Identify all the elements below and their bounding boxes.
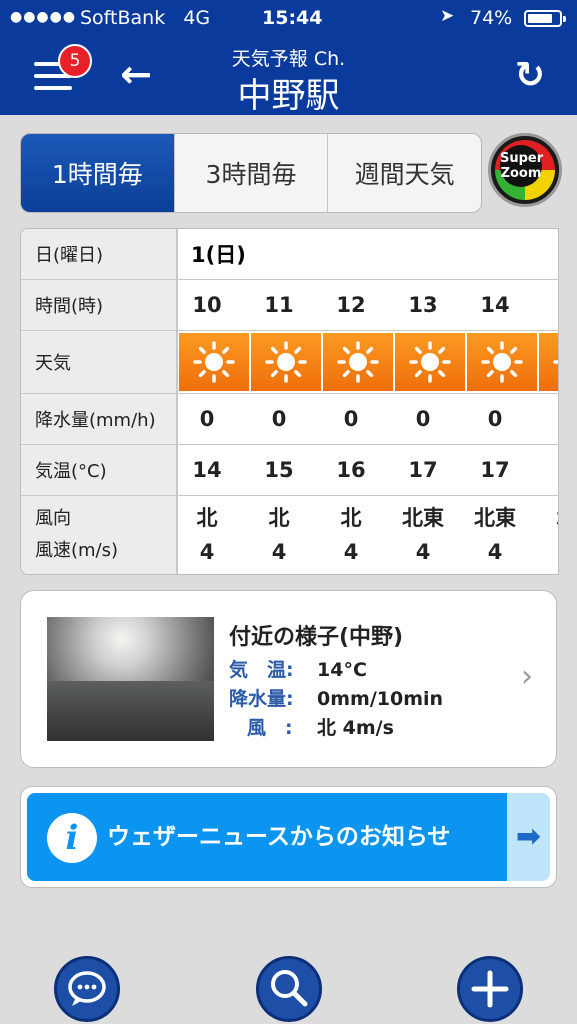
sun-icon <box>409 341 451 383</box>
precip-cell: 0 <box>415 407 431 431</box>
location-arrow-icon: ➤ <box>440 6 455 26</box>
wind-cell: 北東 4 <box>474 506 516 564</box>
temp-cell: 17 <box>480 458 510 482</box>
weather-cell <box>539 333 558 391</box>
battery-icon <box>524 10 566 27</box>
precip-cell: 0 <box>487 407 503 431</box>
precip-cell: 0 <box>271 407 287 431</box>
tab-3hourly[interactable]: 3時間毎 <box>175 134 329 212</box>
sun-icon <box>481 341 523 383</box>
precip-cell: 0 <box>343 407 359 431</box>
hour-cell: 1 <box>531 280 558 330</box>
row-temp: 気温(°C) 14 15 16 17 17 1 <box>21 445 558 496</box>
hour-cell: 13 <box>408 293 438 317</box>
row-date: 日(曜日) 1(日) <box>21 229 558 280</box>
wind-cell: 北 <box>531 496 559 574</box>
precip-cell: 0 <box>199 407 215 431</box>
super-zoom-label-1: Super <box>500 151 544 166</box>
wind-cell: 北4 <box>340 506 362 564</box>
sun-icon <box>553 341 558 383</box>
search-button[interactable] <box>256 956 322 1022</box>
page-title: 中野駅 <box>237 76 340 116</box>
status-time: 15:44 <box>262 7 323 29</box>
row-label-hour: 時間(時) <box>21 280 178 330</box>
row-label-date: 日(曜日) <box>21 229 178 279</box>
row-precip: 降水量(mm/h) 0 0 0 0 0 <box>21 394 558 445</box>
nearby-title: 付近の様子(中野) <box>229 625 404 650</box>
notice-text: ウェザーニュースからのお知らせ <box>107 824 451 850</box>
wind-cell: 北4 <box>196 506 218 564</box>
weather-cell <box>323 333 393 391</box>
temp-cell: 14 <box>192 458 222 482</box>
hour-cell: 11 <box>264 293 294 317</box>
wind-cell: 北4 <box>268 506 290 564</box>
notice-banner[interactable]: i ウェザーニュースからのお知らせ ➡ <box>20 786 557 888</box>
forecast-tabs: 1時間毎 3時間毎 週間天気 <box>20 133 482 213</box>
chat-button[interactable] <box>54 956 120 1022</box>
sun-icon <box>337 341 379 383</box>
plus-icon <box>471 970 509 1008</box>
row-label-wind: 風向 風速(m/s) <box>21 496 178 574</box>
live-camera-photo <box>47 617 214 741</box>
weather-cell <box>467 333 537 391</box>
wind-cell: 北東 4 <box>402 506 444 564</box>
nearby-precip: 降水量: 0mm/10min <box>229 688 444 710</box>
row-weather: 天気 <box>21 331 558 394</box>
add-button[interactable] <box>457 956 523 1022</box>
date-value: 1(日) <box>191 243 246 267</box>
row-label-weather: 天気 <box>21 331 178 393</box>
temp-cell: 1 <box>531 445 558 495</box>
notice-body[interactable]: i ウェザーニュースからのお知らせ <box>27 793 507 881</box>
sun-icon <box>193 341 235 383</box>
sun-icon <box>265 341 307 383</box>
weather-cell <box>179 333 249 391</box>
status-bar: ●●●●● SoftBank 4G 15:44 ➤ 74% <box>0 0 577 38</box>
page-subtitle: 天気予報 Ch. <box>231 48 346 70</box>
temp-cell: 17 <box>408 458 438 482</box>
hour-cell: 14 <box>480 293 510 317</box>
row-wind: 風向風速(m/s) 北4 北4 北4 北東4 北東4 北 <box>21 496 558 574</box>
search-icon <box>271 970 308 1007</box>
nearby-wind: 風 :北 4m/s <box>247 717 394 739</box>
info-icon: i <box>47 813 97 863</box>
app-header: ●●●●● SoftBank 4G 15:44 ➤ 74% 5 ← 天気予報 C… <box>0 0 577 116</box>
nearby-temp: 気 温: 14°C <box>229 659 367 681</box>
reload-icon[interactable]: ↻ <box>510 56 550 96</box>
row-label-precip: 降水量(mm/h) <box>21 394 178 444</box>
hour-cell: 12 <box>336 293 366 317</box>
tab-weekly[interactable]: 週間天気 <box>328 134 481 212</box>
battery-percent: 74% <box>470 7 513 29</box>
temp-cell: 15 <box>264 458 294 482</box>
signal-strength: ●●●●● <box>10 9 77 25</box>
carrier-label: SoftBank 4G <box>80 7 211 29</box>
temp-cell: 16 <box>336 458 366 482</box>
weather-cell <box>251 333 321 391</box>
nearby-conditions-card[interactable]: 付近の様子(中野) 気 温: 14°C 降水量: 0mm/10min 風 :北 4m… <box>20 590 557 768</box>
hourly-forecast-table[interactable]: 日(曜日) 1(日) 時間(時) 10 11 12 13 14 1 天気 降水量… <box>20 228 559 575</box>
hour-cell: 10 <box>192 293 222 317</box>
chevron-right-icon: › <box>521 659 533 694</box>
super-zoom-button[interactable]: Super Zoom <box>488 133 562 207</box>
arrow-right-icon[interactable]: ➡ <box>507 793 550 881</box>
row-hour: 時間(時) 10 11 12 13 14 1 <box>21 280 558 331</box>
weather-cell <box>395 333 465 391</box>
row-label-temp: 気温(°C) <box>21 445 178 495</box>
tab-hourly[interactable]: 1時間毎 <box>21 134 175 212</box>
super-zoom-label-2: Zoom <box>500 166 542 181</box>
chat-bubble-icon <box>68 971 106 1006</box>
